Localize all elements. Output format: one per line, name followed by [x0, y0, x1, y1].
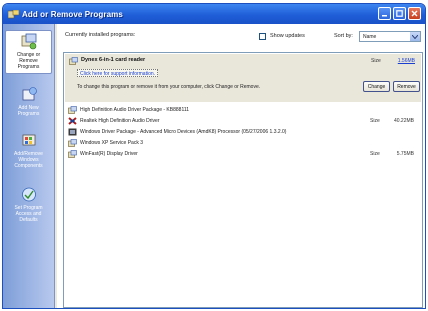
list-item[interactable]: Windows XP Service Pack 3 — [68, 139, 420, 147]
list-item[interactable]: WinFast(R) Display Driver Size 5.75MB — [68, 150, 420, 158]
sort-by-label: Sort by: — [334, 33, 353, 39]
list-item[interactable]: Windows Driver Package - Advanced Micro … — [68, 128, 420, 136]
list-item[interactable]: Realtek High Definition Audio Driver Siz… — [68, 117, 420, 125]
sort-by-select[interactable]: Name — [359, 31, 421, 42]
maximize-button[interactable] — [393, 7, 406, 20]
program-access-icon — [21, 187, 36, 202]
title-bar[interactable]: Add or Remove Programs — [3, 4, 425, 24]
program-name: WinFast(R) Display Driver — [80, 151, 138, 157]
installed-programs-label: Currently installed programs: — [65, 32, 136, 38]
change-remove-icon — [21, 33, 36, 50]
sidebar-item-label: Defaults — [19, 217, 38, 223]
size-label: Size — [371, 58, 381, 64]
package-icon — [68, 150, 77, 158]
package-icon — [68, 106, 77, 114]
maximize-icon — [396, 10, 403, 17]
remove-button[interactable]: Remove — [393, 81, 420, 92]
minimize-icon — [382, 15, 387, 17]
sidebar-item-windows-components[interactable]: Add/Remove Windows Components — [5, 132, 52, 169]
chevron-down-icon[interactable] — [410, 32, 420, 41]
program-name: Windows XP Service Pack 3 — [80, 140, 143, 146]
support-info-link[interactable]: Click here for support information. — [77, 69, 159, 77]
program-name: High Definition Audio Driver Package - K… — [80, 107, 190, 113]
main-content: Currently installed programs: Show updat… — [57, 24, 425, 308]
program-name: Dynex 6-in-1 card reader — [81, 57, 146, 63]
toolbar: Currently installed programs: Show updat… — [57, 24, 425, 50]
sidebar-item-add-new-programs[interactable]: Add New Programs — [5, 86, 52, 117]
sidebar: Change or Remove Programs Add New Progra… — [3, 24, 55, 308]
sort-by-value: Name — [363, 34, 377, 40]
program-name: Windows Driver Package - Advanced Micro … — [80, 129, 287, 135]
sidebar-item-label: Programs — [17, 111, 40, 117]
windows-components-icon — [22, 134, 35, 146]
change-remove-instructions: To change this program or remove it from… — [77, 84, 261, 90]
size-value: 5.75MB — [396, 151, 414, 157]
add-remove-programs-icon — [8, 9, 19, 18]
add-remove-programs-window: Add or Remove Programs Change or Remove … — [2, 3, 426, 309]
window-title: Add or Remove Programs — [22, 9, 123, 19]
program-name: Realtek High Definition Audio Driver — [80, 118, 160, 124]
sidebar-item-label: Programs — [17, 64, 40, 70]
size-label: Size — [370, 118, 380, 124]
close-button[interactable] — [408, 7, 421, 20]
selected-program-row[interactable]: Dynex 6-in-1 card reader Size 1.56MB Cli… — [65, 54, 421, 102]
minimize-button[interactable] — [378, 7, 391, 20]
sidebar-item-program-access-defaults[interactable]: Set Program Access and Defaults — [5, 186, 52, 223]
close-icon — [411, 10, 418, 17]
size-value: 40.22MB — [393, 118, 414, 124]
realtek-icon — [68, 117, 77, 125]
package-icon — [68, 139, 77, 147]
programs-list[interactable]: Dynex 6-in-1 card reader Size 1.56MB Cli… — [63, 52, 423, 308]
size-label: Size — [370, 151, 380, 157]
size-value: 1.56MB — [397, 58, 415, 64]
change-button[interactable]: Change — [363, 81, 390, 92]
sidebar-item-label: Components — [14, 163, 43, 169]
show-updates-label[interactable]: Show updates — [270, 33, 305, 39]
show-updates-checkbox[interactable] — [259, 33, 266, 40]
package-icon — [69, 57, 78, 65]
add-new-icon — [22, 87, 37, 101]
list-item[interactable]: High Definition Audio Driver Package - K… — [68, 106, 420, 114]
driver-package-icon — [68, 128, 77, 136]
sidebar-item-change-remove-programs[interactable]: Change or Remove Programs — [5, 30, 52, 74]
